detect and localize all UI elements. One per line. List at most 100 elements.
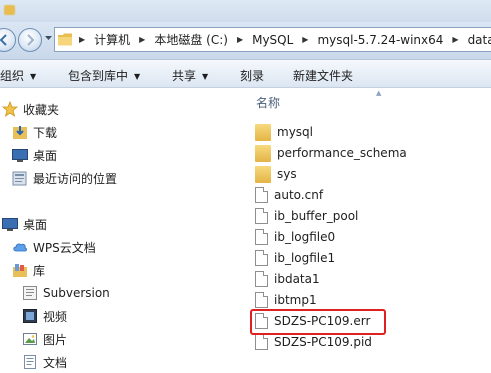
list-item-folder[interactable]: performance_schema (255, 143, 407, 163)
nav-videos[interactable]: 视频 (22, 306, 67, 326)
file-name: ib_logfile0 (274, 230, 336, 244)
window-icon (4, 5, 15, 15)
include-in-library-menu[interactable]: 包含到库中 ▼ (68, 67, 140, 84)
address-bar[interactable]: ▶ 计算机 ▶ 本地磁盘 (C:) ▶ MySQL ▶ mysql-5.7.24… (54, 27, 491, 52)
nav-documents-label: 文档 (43, 355, 68, 370)
file-name: mysql (277, 125, 313, 139)
back-arrow-icon (0, 34, 7, 46)
nav-pictures[interactable]: 图片 (22, 329, 67, 349)
downloads-folder-icon (13, 126, 27, 139)
column-header-name[interactable]: 名称 (256, 94, 280, 111)
nav-desktop-label: 桌面 (23, 217, 48, 232)
file-icon (255, 271, 268, 287)
burn-label: 刻录 (240, 69, 265, 83)
forward-button[interactable] (18, 28, 42, 52)
file-name: sys (277, 167, 297, 181)
libraries-icon (13, 264, 27, 277)
breadcrumb-mysql[interactable]: MySQL (252, 33, 293, 47)
file-icon (255, 292, 268, 308)
nav-favorites-label: 收藏夹 (23, 102, 60, 117)
share-menu[interactable]: 共享 ▼ (172, 67, 208, 84)
file-name: ib_logfile1 (274, 251, 336, 265)
file-name: ib_buffer_pool (274, 209, 359, 223)
nav-subversion[interactable]: Subversion (22, 283, 110, 303)
new-folder-label: 新建文件夹 (293, 69, 354, 83)
file-name: auto.cnf (274, 188, 324, 202)
list-item-folder[interactable]: sys (255, 164, 297, 184)
star-icon (2, 101, 18, 117)
desktop-icon (12, 149, 28, 162)
burn-button[interactable]: 刻录 (240, 67, 264, 84)
command-toolbar: 组织 ▼ 包含到库中 ▼ 共享 ▼ 刻录 新建文件夹 (0, 60, 491, 88)
back-button[interactable] (0, 28, 16, 52)
file-name: SDZS-PC109.pid (274, 335, 372, 349)
cloud-icon (13, 243, 27, 252)
breadcrumb-separator-icon[interactable]: ▶ (302, 35, 308, 44)
nav-downloads-label: 下载 (33, 125, 58, 140)
list-item-file[interactable]: ibdata1 (255, 269, 320, 289)
nav-libraries-label: 库 (33, 263, 46, 278)
breadcrumb: ▶ 计算机 ▶ 本地磁盘 (C:) ▶ MySQL ▶ mysql-5.7.24… (77, 28, 491, 51)
new-folder-button[interactable]: 新建文件夹 (293, 67, 353, 84)
nav-wps-cloud[interactable]: WPS云文档 (12, 237, 96, 257)
nav-favorites[interactable]: 收藏夹 (2, 99, 59, 119)
list-item-folder[interactable]: mysql (255, 122, 313, 142)
nav-desktop-favorite[interactable]: 桌面 (12, 145, 57, 165)
navigation-pane: 收藏夹 下载 桌面 最近访问的位置 桌面 WPS云文档 库 Subversion… (0, 88, 245, 373)
sort-ascending-icon: ▲ (376, 89, 382, 97)
nav-desktop[interactable]: 桌面 (2, 214, 47, 234)
share-label: 共享 (172, 69, 197, 83)
file-name: performance_schema (277, 146, 407, 160)
file-icon (255, 250, 268, 266)
file-name: ibdata1 (274, 272, 320, 286)
highlight-box (250, 309, 386, 335)
nav-recent-places-label: 最近访问的位置 (33, 171, 118, 186)
nav-documents[interactable]: 文档 (22, 352, 67, 372)
forward-arrow-icon (27, 34, 35, 46)
documents-icon (24, 355, 36, 369)
organize-label: 组织 (0, 69, 25, 83)
file-icon (255, 208, 268, 224)
pictures-icon (23, 333, 37, 345)
list-item-file[interactable]: ib_buffer_pool (255, 206, 358, 226)
nav-libraries[interactable]: 库 (12, 260, 45, 280)
list-item-file[interactable]: SDZS-PC109.pid (255, 332, 372, 352)
list-item-file[interactable]: ib_logfile0 (255, 227, 335, 247)
recent-places-icon (12, 171, 27, 186)
chevron-down-icon: ▼ (134, 72, 141, 81)
list-item-file[interactable]: ibtmp1 (255, 290, 317, 310)
list-item-file[interactable]: ib_logfile1 (255, 248, 335, 268)
breadcrumb-separator-icon[interactable]: ▶ (452, 35, 458, 44)
file-icon (255, 187, 268, 203)
file-icon (255, 334, 268, 350)
window-title-bar (0, 0, 491, 22)
nav-wps-cloud-label: WPS云文档 (33, 240, 96, 255)
folder-icon (58, 33, 72, 46)
breadcrumb-mysql-version[interactable]: mysql-5.7.24-winx64 (317, 33, 443, 47)
chevron-down-icon: ▼ (202, 72, 209, 81)
folder-icon (255, 144, 271, 162)
include-in-library-label: 包含到库中 (68, 69, 129, 83)
nav-desktop-favorite-label: 桌面 (33, 148, 58, 163)
breadcrumb-computer[interactable]: 计算机 (94, 31, 130, 48)
folder-icon (255, 123, 271, 141)
breadcrumb-local-disk[interactable]: 本地磁盘 (C:) (154, 31, 228, 48)
nav-pictures-label: 图片 (43, 332, 68, 347)
file-name: ibtmp1 (274, 293, 317, 307)
recent-pages-dropdown-icon[interactable] (45, 36, 52, 41)
nav-subversion-label: Subversion (43, 286, 110, 300)
file-icon (255, 229, 268, 245)
nav-downloads[interactable]: 下载 (12, 122, 57, 142)
nav-recent-places[interactable]: 最近访问的位置 (12, 168, 117, 188)
organize-menu[interactable]: 组织 ▼ (0, 67, 36, 84)
list-item-file[interactable]: auto.cnf (255, 185, 323, 205)
breadcrumb-separator-icon[interactable]: ▶ (237, 35, 243, 44)
breadcrumb-data[interactable]: data (468, 33, 491, 47)
desktop-icon (2, 218, 18, 231)
breadcrumb-separator-icon[interactable]: ▶ (139, 35, 145, 44)
nav-videos-label: 视频 (43, 309, 68, 324)
chevron-down-icon: ▼ (30, 72, 37, 81)
address-row: ▶ 计算机 ▶ 本地磁盘 (C:) ▶ MySQL ▶ mysql-5.7.24… (0, 22, 491, 60)
folder-icon (255, 165, 271, 183)
breadcrumb-separator-icon[interactable]: ▶ (79, 35, 85, 44)
